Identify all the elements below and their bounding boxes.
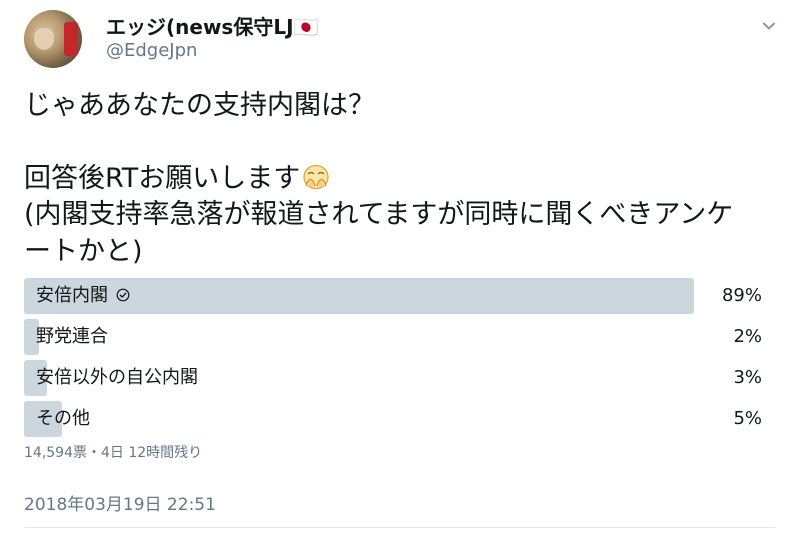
tweet-line-text: 回答後RTお願いします xyxy=(24,162,301,194)
author-name[interactable]: エッジ(news保守LJ🇯🇵 xyxy=(106,11,318,40)
poll-option: 安倍以外の自公内閣 3% xyxy=(24,360,776,396)
hands-over-face-emoji-icon xyxy=(303,164,329,189)
avatar-face xyxy=(34,28,54,50)
poll-option-percent: 5% xyxy=(733,408,762,429)
poll-option-label: 野党連合 xyxy=(36,326,108,347)
poll-option-label: その他 xyxy=(36,408,90,429)
poll-option-percent: 89% xyxy=(721,285,762,306)
tweet-line: (内閣支持率急落が報道されてますが同時に聞くべきアンケ xyxy=(24,199,734,230)
poll-option-label: 安倍以外の自公内閣 xyxy=(36,367,198,388)
poll-option-label: 安倍内閣 xyxy=(36,284,130,308)
tweet-line: 回答後RTお願いします xyxy=(24,161,784,198)
tweet-line: じゃああなたの支持内閣は？ xyxy=(24,90,375,121)
poll-option-percent: 3% xyxy=(733,367,762,388)
poll: 安倍内閣 89% 野党連合 2% 安倍以外の自公内閣 3% その他 5% xyxy=(24,278,776,442)
poll-option-text: 安倍内閣 xyxy=(36,285,108,306)
author-handle[interactable]: @EdgeJpn xyxy=(106,40,197,61)
avatar[interactable] xyxy=(24,10,82,68)
tweet-line: ートかと) xyxy=(24,235,143,267)
tweet-timestamp[interactable]: 2018年03月19日 22:51 xyxy=(24,490,216,515)
poll-option: 野党連合 2% xyxy=(24,319,776,355)
avatar-red-badge xyxy=(64,22,78,56)
tweet-text: じゃああなたの支持内閣は？ 回答後RTお願いします (内閣支持率急落が報道されて… xyxy=(24,88,784,270)
check-circle-icon xyxy=(116,288,130,302)
chevron-down-icon[interactable] xyxy=(761,18,777,34)
divider xyxy=(24,527,776,528)
poll-meta: 14,594票・4日 12時間残り xyxy=(24,445,203,461)
poll-option-percent: 2% xyxy=(733,326,762,347)
poll-option: その他 5% xyxy=(24,401,776,437)
poll-option: 安倍内閣 89% xyxy=(24,278,776,314)
